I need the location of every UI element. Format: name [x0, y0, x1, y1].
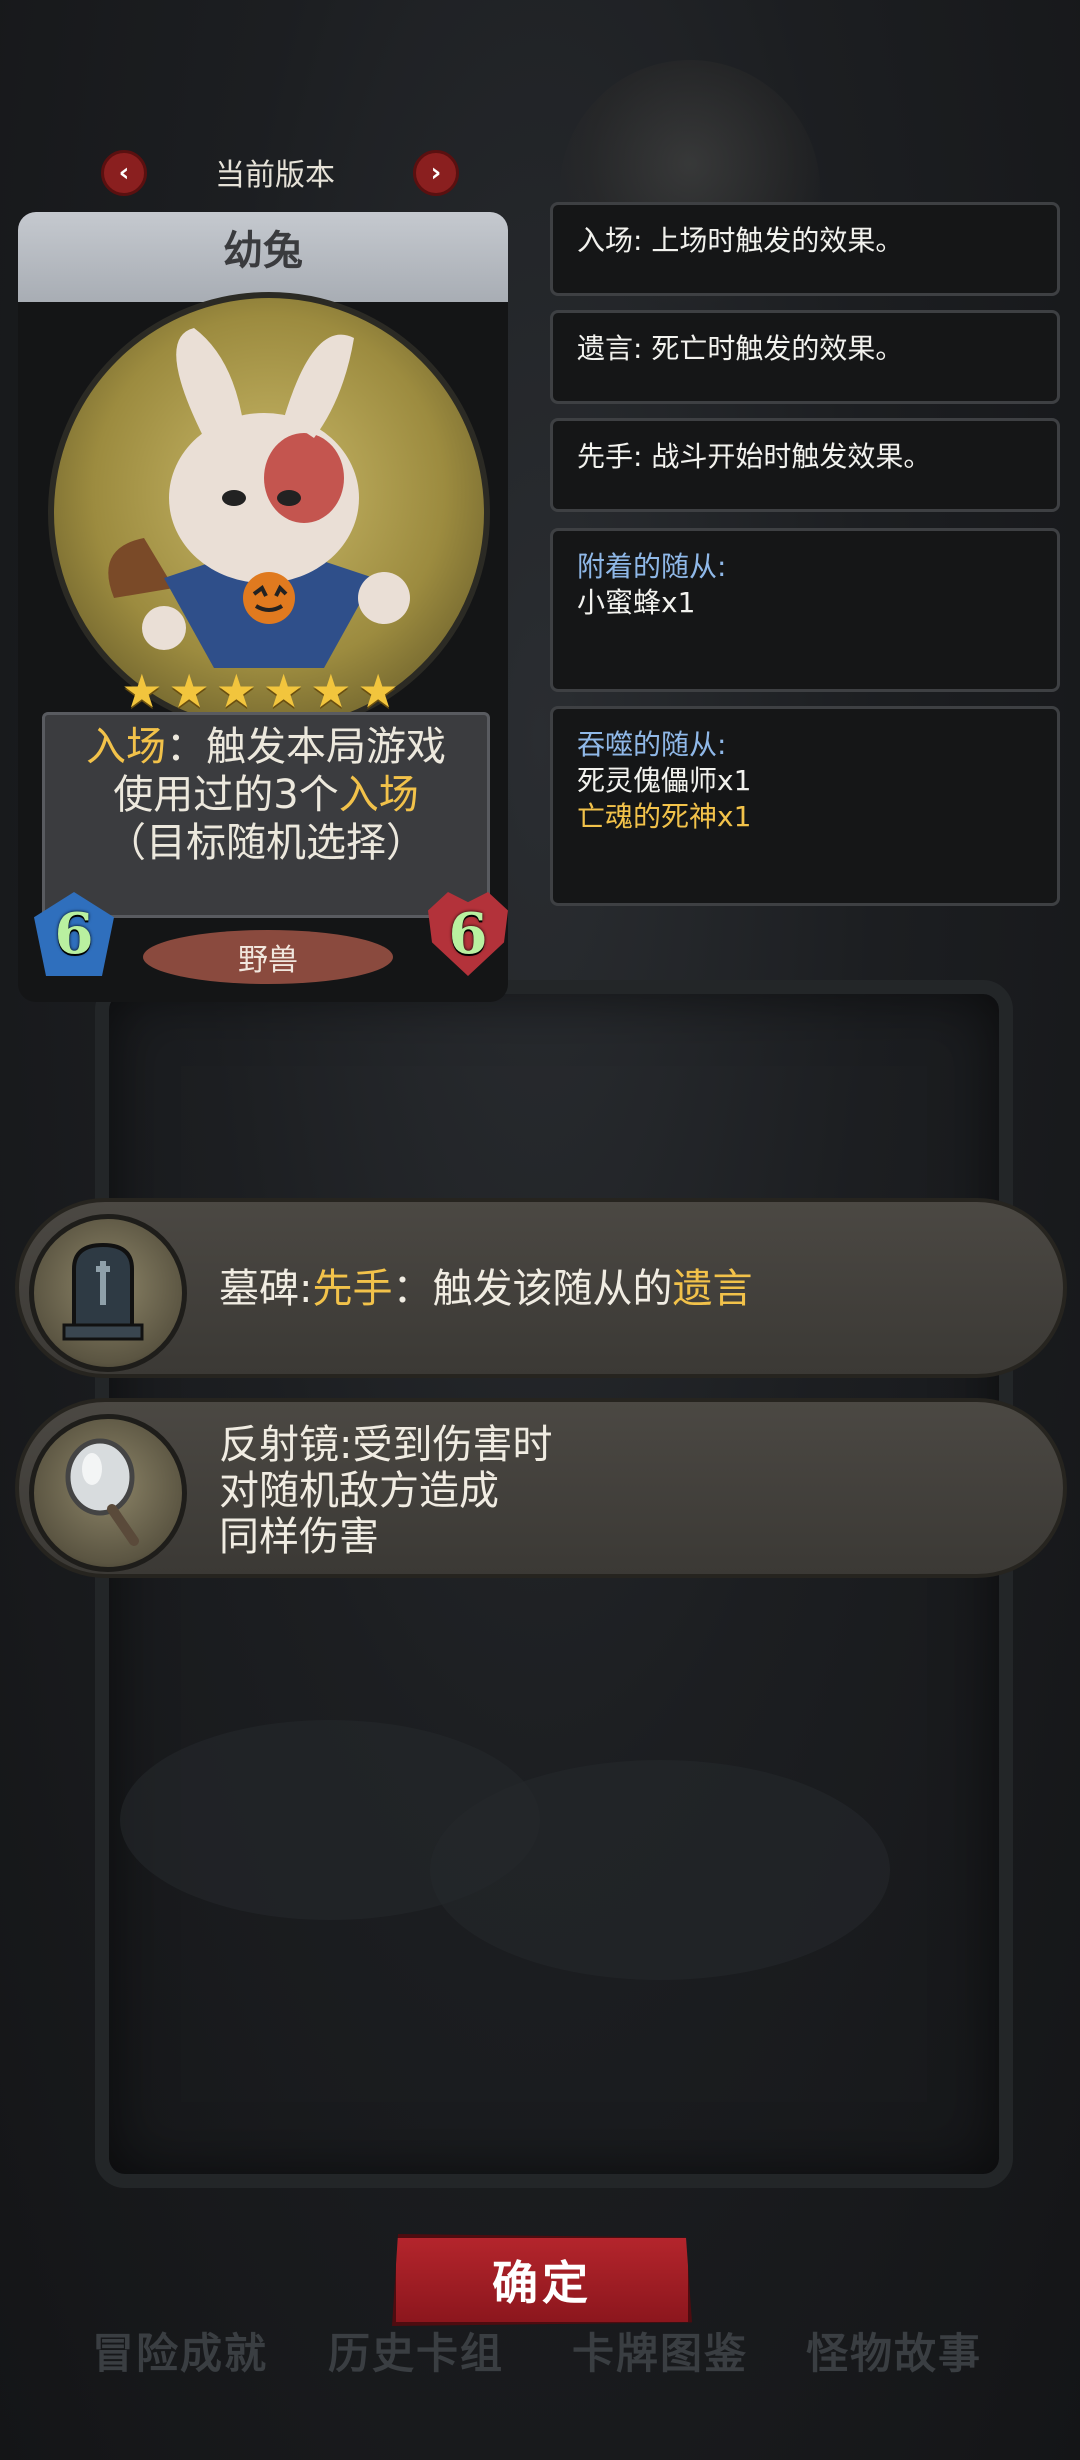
relic-mirror-text: 反射镜:受到伤害时 对随机敌方造成 同样伤害 [219, 1422, 553, 1560]
devoured-minions-title: 吞噬的随从: [577, 728, 727, 761]
card-name: 幼兔 [223, 228, 303, 274]
keyword-deathrattle: 遗言 [672, 1266, 753, 1312]
tab-card-gallery: 卡牌图鉴 [572, 2329, 749, 2378]
health-gem: 6 [428, 892, 508, 976]
tab-adventure-achievements: 冒险成就 [92, 2329, 269, 2378]
chevron-right-icon: › [430, 158, 442, 188]
attack-value: 6 [54, 901, 94, 967]
keyword-first-strike: 先手 [312, 1266, 393, 1312]
next-version-button[interactable]: › [413, 150, 459, 196]
keyword-entrance: 入场 [338, 772, 419, 818]
background-frame [95, 980, 1013, 2188]
health-value: 6 [448, 901, 488, 967]
card-description: 入场：触发本局游戏 使用过的3个入场 （目标随机选择） [86, 724, 446, 866]
background-cloud [430, 1760, 890, 1980]
confirm-button[interactable]: 确定 [392, 2234, 692, 2326]
tab-history-decks: 历史卡组 [328, 2329, 505, 2378]
chevron-left-icon: ‹ [118, 158, 130, 188]
relic-mirror[interactable]: 反射镜:受到伤害时 对随机敌方造成 同样伤害 [15, 1398, 1067, 1578]
prev-version-button[interactable]: ‹ [101, 150, 147, 196]
star-rating: ★★★★★★ [121, 664, 405, 718]
attached-minion-item: 小蜜蜂x1 [577, 586, 696, 619]
tombstone-icon [29, 1214, 187, 1372]
keyword-box-deathrattle: 遗言: 死亡时触发的效果。 [550, 310, 1060, 404]
tribe-label: 野兽 [143, 930, 393, 984]
devoured-minion-item: 亡魂的死神x1 [577, 800, 752, 833]
tab-monster-stories: 怪物故事 [806, 2329, 983, 2378]
card-description-box: 入场：触发本局游戏 使用过的3个入场 （目标随机选择） [42, 712, 490, 918]
keyword-box-first-strike: 先手: 战斗开始时触发效果。 [550, 418, 1060, 512]
attached-minions-box: 附着的随从: 小蜜蜂x1 [550, 528, 1060, 692]
devoured-minions-box: 吞噬的随从: 死灵傀儡师x1 亡魂的死神x1 [550, 706, 1060, 906]
keyword-box-entrance: 入场: 上场时触发的效果。 [550, 202, 1060, 296]
minion-card: 幼兔 ★★★★★★ 入场：触发本局游戏 使用过的3个入场 （目标随机选择） 6 … [18, 212, 508, 1002]
relic-tombstone[interactable]: 墓碑:先手：触发该随从的遗言 [15, 1198, 1067, 1378]
relic-tombstone-text: 墓碑:先手：触发该随从的遗言 [219, 1266, 753, 1312]
version-title: 当前版本 [215, 158, 335, 193]
attached-minions-title: 附着的随从: [577, 550, 727, 583]
devoured-minion-item: 死灵傀儡师x1 [577, 764, 752, 797]
keyword-entrance: 入场 [86, 724, 166, 770]
mirror-icon [29, 1414, 187, 1572]
